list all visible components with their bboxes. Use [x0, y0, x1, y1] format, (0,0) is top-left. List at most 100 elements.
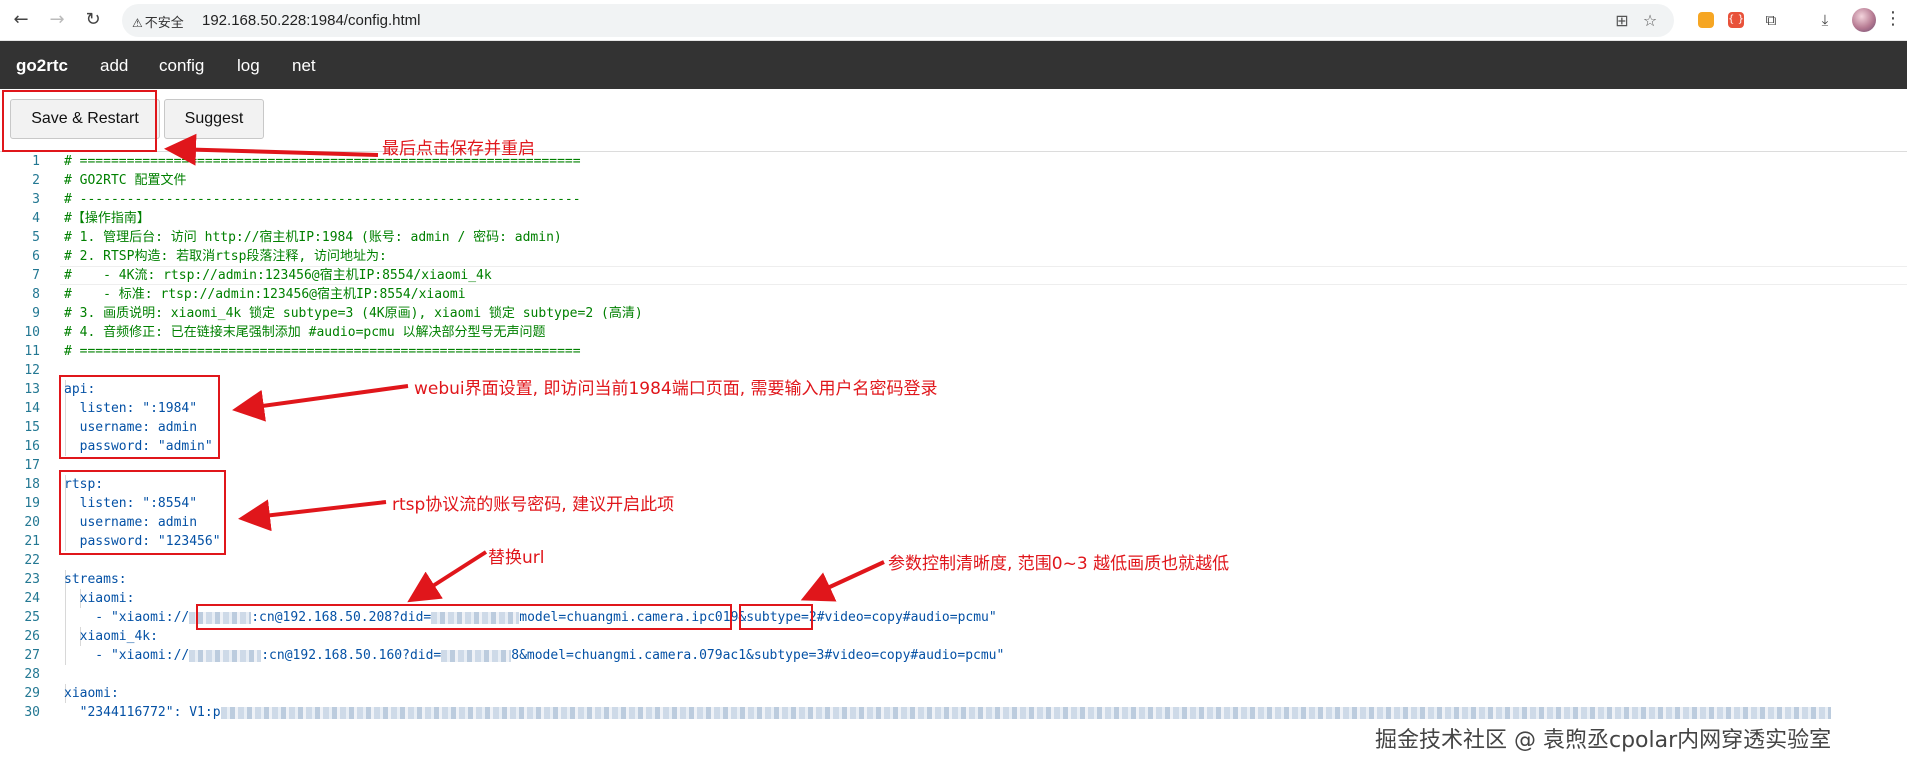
- line-number: 27: [24, 648, 40, 663]
- code-text: "2344116772": V1:p: [64, 703, 1831, 722]
- comment-text: # - 4K流: rtsp://admin:123456@宿主机IP:8554/…: [64, 268, 492, 283]
- line-number: 25: [24, 610, 40, 625]
- download-icon[interactable]: ⤓: [1814, 9, 1836, 31]
- redacted-text: [220, 706, 1831, 719]
- stream-url-tail: 8&model=chuangmi.camera.079ac1&subtype=3…: [511, 648, 1005, 663]
- stream-url-tail: #video=copy#audio=pcmu": [816, 610, 997, 625]
- code-text: xiaomi:: [64, 684, 119, 703]
- config-editor[interactable]: 1 # =====================================…: [0, 152, 1907, 722]
- code-text: xiaomi:: [64, 589, 135, 608]
- line-number: 4: [32, 211, 40, 226]
- redacted-text: [431, 611, 520, 624]
- yaml-text: username: admin: [64, 515, 198, 530]
- back-icon[interactable]: ←: [8, 7, 34, 33]
- line-number: 9: [32, 306, 40, 321]
- code-line: 10 # 4. 音频修正: 已在链接末尾强制添加 #audio=pcmu 以解决部…: [0, 323, 1907, 342]
- security-indicator[interactable]: ⚠ 不安全: [132, 12, 184, 31]
- nav-add[interactable]: add: [100, 56, 128, 76]
- line-number: 15: [24, 420, 40, 435]
- line-number: 26: [24, 629, 40, 644]
- line-number: 17: [24, 458, 40, 473]
- comment-text: # 3. 画质说明: xiaomi_4k 锁定 subtype=3 (4K原画)…: [64, 306, 643, 321]
- save-restart-button[interactable]: Save & Restart: [10, 99, 160, 139]
- code-line: 6 # 2. RTSP构造: 若取消rtsp段落注释, 访问地址为:: [0, 247, 1907, 266]
- menu-dots-icon[interactable]: ⋮: [1884, 8, 1902, 29]
- extension-red-icon[interactable]: { }: [1728, 12, 1744, 28]
- token-text: "2344116772": V1:p: [64, 705, 221, 720]
- line-number: 13: [24, 382, 40, 397]
- line-number: 7: [32, 268, 40, 283]
- nav-config[interactable]: config: [159, 56, 204, 76]
- comment-text: # ======================================…: [64, 344, 581, 359]
- code-text: username: admin: [64, 418, 197, 437]
- line-number: 1: [32, 154, 40, 169]
- line-number: 23: [24, 572, 40, 587]
- forward-icon[interactable]: →: [44, 7, 70, 33]
- code-text: streams:: [64, 570, 127, 589]
- extension-orange-icon[interactable]: [1698, 12, 1714, 28]
- note-subtype: 参数控制清晰度, 范围0~3 越低画质也就越低: [888, 554, 1230, 574]
- address-bar[interactable]: ⚠ 不安全 192.168.50.228:1984/config.html ⊞ ☆: [122, 4, 1674, 37]
- suggest-button[interactable]: Suggest: [164, 99, 264, 139]
- line-number: 21: [24, 534, 40, 549]
- nav-net[interactable]: net: [292, 56, 316, 76]
- code-text: #【操作指南】: [64, 209, 150, 228]
- code-text: password: "admin": [64, 437, 213, 456]
- comment-text: #【操作指南】: [64, 211, 150, 226]
- yaml-text: rtsp:: [64, 477, 104, 492]
- line-number: 5: [32, 230, 40, 245]
- profile-avatar[interactable]: [1852, 8, 1876, 32]
- redacted-text: [189, 649, 262, 662]
- code-text: # - 标准: rtsp://admin:123456@宿主机IP:8554/x…: [64, 285, 466, 304]
- code-line: 4 #【操作指南】: [0, 209, 1907, 228]
- stream-url-host: :cn@192.168.50.208?did=: [251, 610, 432, 625]
- line-number: 11: [24, 344, 40, 359]
- line-number: 10: [24, 325, 40, 340]
- line-number: 2: [32, 173, 40, 188]
- stream-url-host: :cn@192.168.50.160?did=: [261, 648, 442, 663]
- code-text: - "xiaomi://:cn@192.168.50.208?did= model…: [64, 608, 997, 627]
- code-text: listen: ":1984": [64, 399, 197, 418]
- line-number: 29: [24, 686, 40, 701]
- code-text: xiaomi_4k:: [64, 627, 158, 646]
- code-line: 1 # =====================================…: [0, 152, 1907, 171]
- code-line: 13 api:: [0, 380, 1907, 399]
- code-line: 26 xiaomi_4k:: [0, 627, 1907, 646]
- comment-text: # - 标准: rtsp://admin:123456@宿主机IP:8554/x…: [64, 287, 466, 302]
- comment-text: # 4. 音频修正: 已在链接末尾强制添加 #audio=pcmu 以解决部分型…: [64, 325, 546, 340]
- code-line: 16 password: "admin": [0, 437, 1907, 456]
- redacted-text: [441, 649, 512, 662]
- yaml-text: streams:: [64, 572, 127, 587]
- code-line: 20 username: admin: [0, 513, 1907, 532]
- yaml-text: username: admin: [64, 420, 198, 435]
- url-text[interactable]: 192.168.50.228:1984/config.html: [202, 12, 421, 29]
- extensions-puzzle-icon[interactable]: ⧉: [1760, 9, 1782, 31]
- line-number: 8: [32, 287, 40, 302]
- line-number: 19: [24, 496, 40, 511]
- code-line: 14 listen: ":1984": [0, 399, 1907, 418]
- yaml-text: listen: ":8554": [64, 496, 198, 511]
- code-text: # 3. 画质说明: xiaomi_4k 锁定 subtype=3 (4K原画)…: [64, 304, 643, 323]
- code-text: username: admin: [64, 513, 197, 532]
- translate-icon[interactable]: ⊞: [1612, 11, 1632, 31]
- yaml-text: xiaomi:: [64, 686, 119, 701]
- bookmark-star-icon[interactable]: ☆: [1640, 11, 1660, 31]
- code-line: 8 # - 标准: rtsp://admin:123456@宿主机IP:8554/…: [0, 285, 1907, 304]
- yaml-text: xiaomi_4k:: [64, 629, 158, 644]
- line-number: 18: [24, 477, 40, 492]
- editor-toolbar: Save & Restart Suggest: [0, 89, 1907, 151]
- code-text: rtsp:: [64, 475, 103, 494]
- note-rtsp: rtsp协议流的账号密码, 建议开启此项: [392, 495, 675, 515]
- nav-log[interactable]: log: [237, 56, 260, 76]
- code-line: 12: [0, 361, 1907, 380]
- comment-text: # 2. RTSP构造: 若取消rtsp段落注释, 访问地址为:: [64, 249, 387, 264]
- yaml-text: password: "admin": [64, 439, 213, 454]
- stream-url-model: model=chuangmi.camera.ipc019&: [519, 610, 747, 625]
- code-text: api:: [64, 380, 95, 399]
- reload-icon[interactable]: ↻: [80, 7, 106, 33]
- code-line: 30 "2344116772": V1:p: [0, 703, 1907, 722]
- nav-brand[interactable]: go2rtc: [16, 56, 68, 76]
- code-text: listen: ":8554": [64, 494, 197, 513]
- stream-url-prefix: - "xiaomi://: [64, 648, 190, 663]
- code-text: # - 4K流: rtsp://admin:123456@宿主机IP:8554/…: [64, 266, 492, 285]
